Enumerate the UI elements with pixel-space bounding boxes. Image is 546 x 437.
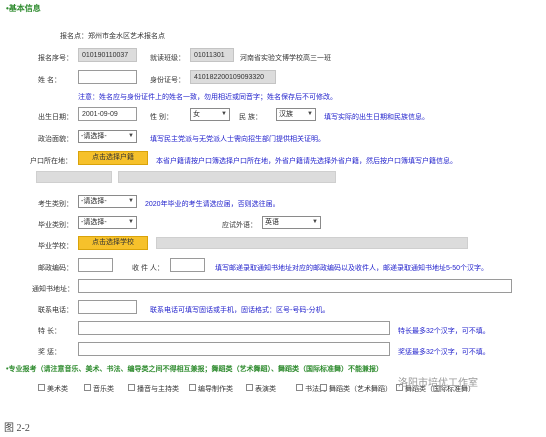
politics-value: -请选择- (81, 133, 107, 140)
school-name-field (156, 237, 468, 249)
grad-type-select[interactable]: -请选择- ▼ (78, 216, 137, 229)
watermark-text: 洛阳市培优工作室 (398, 378, 478, 389)
note-post: 填写邮递录取通知书地址对应的邮政编码以及收件人，邮递录取通知书地址5-50个汉字… (215, 265, 489, 272)
hukou-label: 户口所在地： (30, 158, 72, 165)
specialty-label: 特 长： (38, 328, 61, 335)
major-option-label: 表演类 (255, 386, 276, 393)
checkbox-icon[interactable] (128, 384, 135, 391)
hukou-region-field (36, 171, 112, 183)
chevron-down-icon: ▼ (128, 219, 134, 225)
class-label: 就读班级： (150, 55, 185, 62)
ethnic-select[interactable]: 汉族 ▼ (276, 108, 316, 121)
ethnic-label: 民 族： (239, 114, 262, 121)
major-option-label: 音乐类 (93, 386, 114, 393)
politics-select[interactable]: -请选择- ▼ (78, 130, 137, 143)
grad-type-label: 毕业类别： (38, 222, 73, 229)
name-input[interactable] (78, 70, 137, 84)
checkbox-icon[interactable] (38, 384, 45, 391)
politics-label: 政治面貌： (38, 136, 73, 143)
reg-no-field: 010190110037 (78, 48, 137, 62)
select-school-button[interactable]: 点击选择学校 (78, 236, 148, 250)
awards-input[interactable] (78, 342, 390, 356)
note-exam: 2020年毕业的考生请选应届，否则选往届。 (145, 201, 280, 208)
lang-select[interactable]: 英语 ▼ (262, 216, 321, 229)
major-option-label: 舞蹈类（艺术舞蹈） (329, 386, 392, 393)
select-hukou-button[interactable]: 点击选择户籍 (78, 151, 148, 165)
checkbox-icon[interactable] (296, 384, 303, 391)
class-code-field: 01011301 (190, 48, 234, 62)
lang-value: 英语 (265, 219, 279, 226)
checkbox-icon[interactable] (246, 384, 253, 391)
idcard-label: 身份证号： (150, 77, 185, 84)
note-hukou: 本省户籍请按户口簿选择户口所在地，外省户籍请先选择外省户籍，然后按户口簿填写户籍… (156, 158, 457, 165)
recipient-input[interactable] (170, 258, 205, 272)
note-name: 注意：姓名应与身份证件上的姓名一致，勿用相近或同音字；姓名保存后不可修改。 (78, 94, 337, 101)
phone-input[interactable] (78, 300, 137, 314)
exam-type-value: -请选择- (81, 198, 107, 205)
class-name-text: 河南省实验文博学校高三一班 (240, 55, 331, 62)
checkbox-icon[interactable] (84, 384, 91, 391)
name-label: 姓 名： (38, 77, 61, 84)
gender-label: 性 别： (150, 114, 173, 121)
section-title-basic: •基本信息 (6, 4, 41, 13)
gender-value: 女 (193, 111, 200, 118)
address-label: 通知书地址： (32, 286, 74, 293)
note-birth: 填写实际的出生日期和民族信息。 (324, 114, 429, 121)
idcard-field: 410182200109093320 (190, 70, 276, 84)
chevron-down-icon: ▼ (128, 198, 134, 204)
recipient-label: 收 件 人： (132, 265, 164, 272)
note-politics: 填写民主党派与无党派人士需向招生部门提供相关证明。 (150, 136, 325, 143)
chevron-down-icon: ▼ (307, 111, 313, 117)
grad-type-value: -请选择- (81, 219, 107, 226)
exam-type-label: 考生类别： (38, 201, 73, 208)
hukou-address-field (118, 171, 336, 183)
section-title-major: •专业报考（请注意音乐、美术、书法、编导类之间不得相互兼报；舞蹈类（艺术舞蹈）、… (6, 366, 383, 373)
checkbox-icon[interactable] (189, 384, 196, 391)
phone-label: 联系电话： (38, 307, 73, 314)
postcode-label: 邮政编码： (38, 265, 73, 272)
checkbox-icon[interactable] (320, 384, 327, 391)
exam-type-select[interactable]: -请选择- ▼ (78, 195, 137, 208)
gender-select[interactable]: 女 ▼ (190, 108, 230, 121)
birth-label: 出生日期： (38, 114, 73, 121)
note-specialty: 特长最多32个汉字，可不填。 (398, 328, 490, 335)
note-awards: 奖惩最多32个汉字，可不填。 (398, 349, 490, 356)
specialty-input[interactable] (78, 321, 390, 335)
ethnic-value: 汉族 (279, 111, 293, 118)
venue-text: 报名点：郑州市金水区艺术报名点 (60, 33, 165, 40)
reg-no-label: 报名序号： (38, 55, 73, 62)
chevron-down-icon: ▼ (312, 219, 318, 225)
postcode-input[interactable] (78, 258, 113, 272)
major-option-label: 播音与主持类 (137, 386, 179, 393)
awards-label: 奖 惩： (38, 349, 61, 356)
birth-input[interactable]: 2001-09-09 (78, 107, 137, 121)
figure-caption: 图 2-2 (4, 423, 30, 434)
school-label: 毕业学校： (38, 243, 73, 250)
lang-label: 应试外语： (222, 222, 257, 229)
note-phone: 联系电话可填写固话或手机，固话格式：区号-号码-分机。 (150, 307, 330, 314)
address-input[interactable] (78, 279, 512, 293)
major-option-label: 美术类 (47, 386, 68, 393)
chevron-down-icon: ▼ (128, 133, 134, 139)
major-option-label: 编导制作类 (198, 386, 233, 393)
chevron-down-icon: ▼ (221, 111, 227, 117)
